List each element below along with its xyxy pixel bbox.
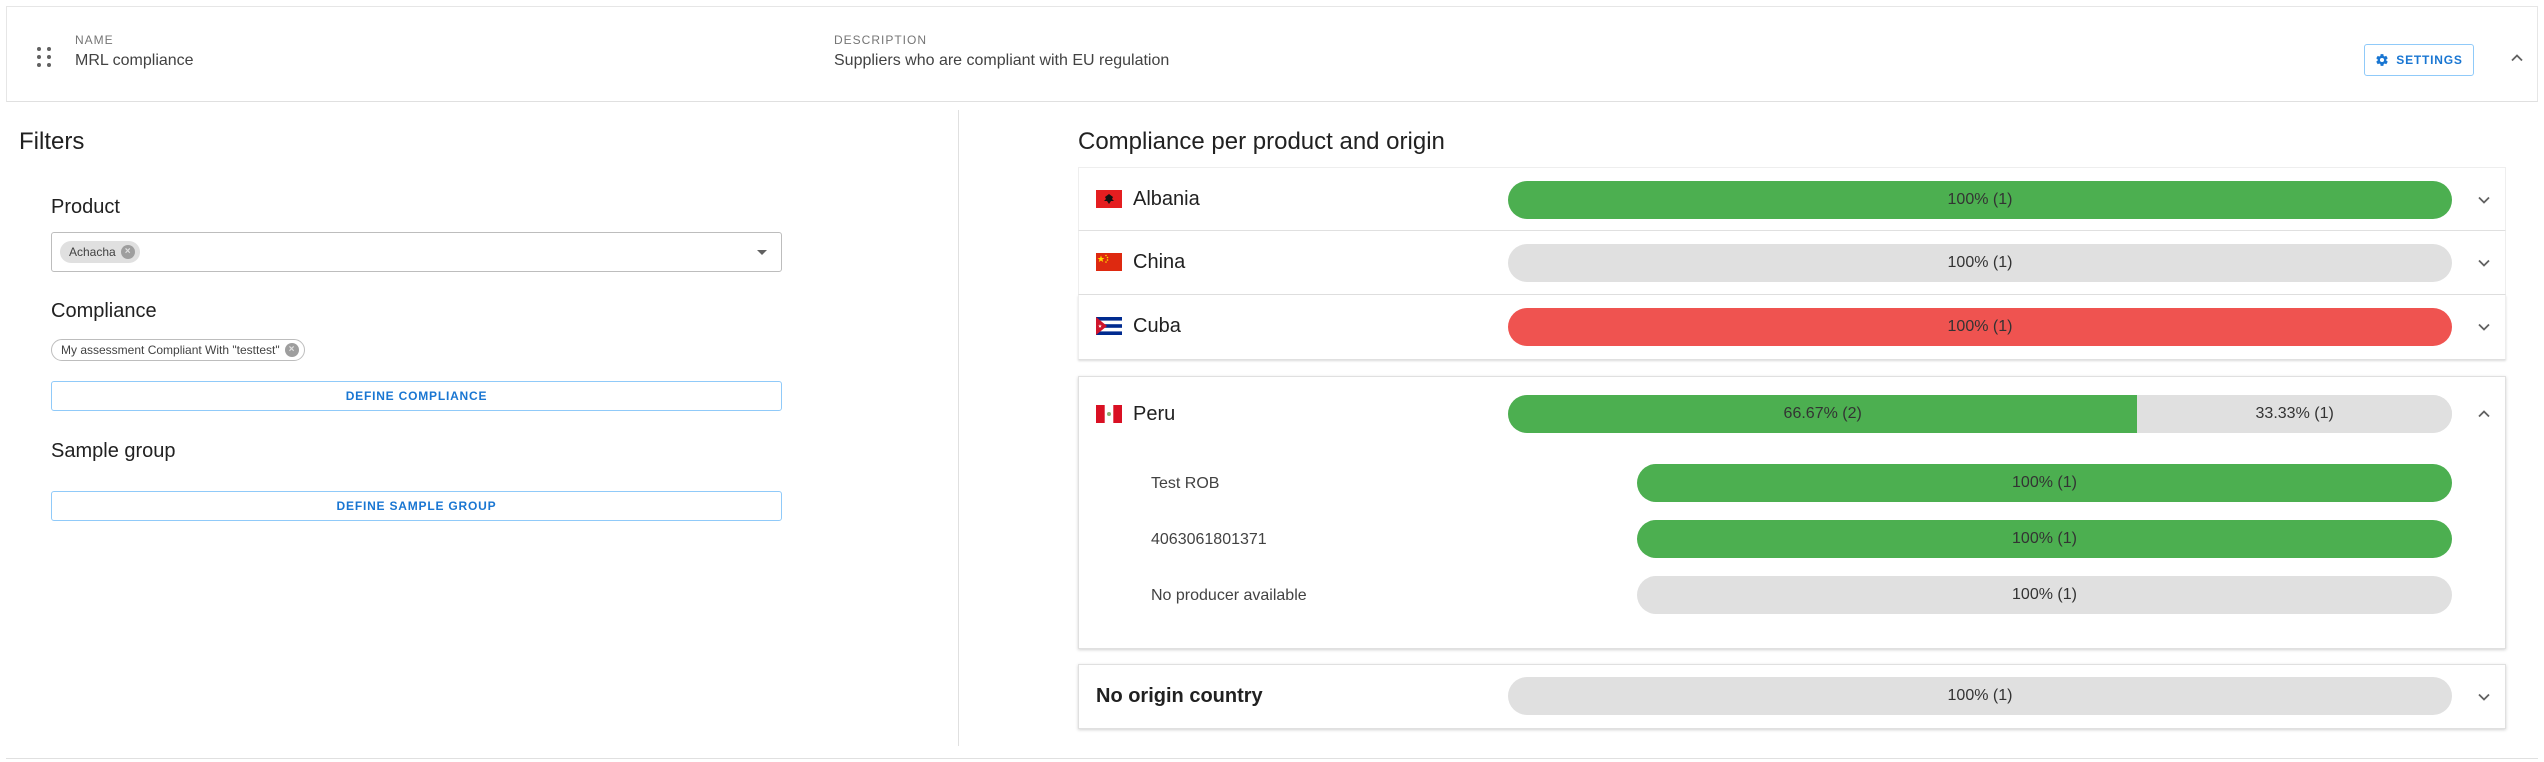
peru-flag-icon [1096, 405, 1122, 423]
chevron-down-icon[interactable] [2477, 256, 2491, 270]
origin-row-cuba[interactable]: Cuba 100% (1) [1078, 295, 2506, 360]
compliance-bar: 100% (1) [1508, 244, 2452, 282]
country-name: China [1133, 251, 1186, 273]
producer-bar: 100% (1) [1637, 520, 2452, 558]
producer-bar: 100% (1) [1637, 576, 2452, 614]
name-field: NAME MRL compliance [75, 33, 194, 70]
compliance-label: Compliance [51, 300, 157, 322]
product-select[interactable]: Achacha × [51, 232, 782, 272]
bottom-border [6, 758, 2538, 759]
define-sample-group-button[interactable]: DEFINE SAMPLE GROUP [51, 491, 782, 521]
drag-handle-icon[interactable] [37, 47, 53, 69]
settings-button[interactable]: SETTINGS [2364, 44, 2474, 76]
origin-row-china[interactable]: China 100% (1) [1078, 231, 2506, 295]
bar-segment-compliant: 100% (1) [1508, 181, 2452, 219]
producer-name: Test ROB [1151, 475, 1220, 492]
bar-segment-compliant: 100% (1) [1637, 464, 2452, 502]
country-name: Cuba [1133, 315, 1181, 337]
compliance-bar: 100% (1) [1508, 308, 2452, 346]
albania-flag-icon [1096, 190, 1122, 208]
sample-group-label: Sample group [51, 440, 176, 462]
chevron-down-icon[interactable] [2477, 193, 2491, 207]
bar-segment-unknown: 100% (1) [1508, 244, 2452, 282]
bar-segment-unknown: 100% (1) [1508, 677, 2452, 715]
cuba-flag-icon [1096, 317, 1122, 335]
section-divider [958, 110, 959, 746]
country-name: Albania [1133, 188, 1200, 210]
origin-row-no-origin[interactable]: No origin country 100% (1) [1078, 664, 2506, 729]
bar-segment-unknown: 100% (1) [1637, 576, 2452, 614]
producer-name: No producer available [1151, 587, 1307, 604]
chevron-up-icon[interactable] [2477, 407, 2491, 421]
report-page: NAME MRL compliance DESCRIPTION Supplier… [0, 0, 2544, 762]
origin-row-albania[interactable]: Albania 100% (1) [1078, 167, 2506, 231]
product-chip-label: Achacha [69, 245, 116, 259]
producer-bar: 100% (1) [1637, 464, 2452, 502]
compliance-chip[interactable]: My assessment Compliant With "testtest" … [51, 339, 305, 361]
description-field: DESCRIPTION Suppliers who are compliant … [834, 33, 1169, 70]
report-header: NAME MRL compliance DESCRIPTION Supplier… [6, 6, 2538, 102]
compliance-bar: 66.67% (2) 33.33% (1) [1508, 395, 2452, 433]
compliance-chip-label: My assessment Compliant With "testtest" [61, 343, 280, 357]
bar-segment-unknown: 33.33% (1) [2137, 395, 2452, 433]
settings-label: SETTINGS [2396, 53, 2463, 67]
name-label: NAME [75, 33, 114, 47]
chevron-down-icon[interactable] [2477, 690, 2491, 704]
country-name: Peru [1133, 403, 1176, 425]
product-label: Product [51, 196, 120, 218]
define-compliance-label: DEFINE COMPLIANCE [345, 389, 488, 403]
country-name: No origin country [1096, 685, 1263, 707]
gear-icon [2376, 54, 2388, 66]
chip-remove-icon[interactable]: × [284, 343, 299, 357]
chevron-down-icon[interactable] [2477, 320, 2491, 334]
bar-segment-noncompliant: 100% (1) [1508, 308, 2452, 346]
chevron-up-icon[interactable] [2510, 51, 2524, 65]
description-label: DESCRIPTION [834, 33, 928, 47]
china-flag-icon [1096, 253, 1122, 271]
description-value: Suppliers who are compliant with EU regu… [834, 52, 1170, 69]
origin-row-peru[interactable]: Peru 66.67% (2) 33.33% (1) Test ROB 100%… [1078, 376, 2506, 649]
bar-segment-compliant: 66.67% (2) [1508, 395, 2138, 433]
define-compliance-button[interactable]: DEFINE COMPLIANCE [51, 381, 782, 411]
chip-remove-icon[interactable]: × [120, 245, 135, 259]
bar-segment-compliant: 100% (1) [1637, 520, 2452, 558]
producer-name: 4063061801371 [1151, 531, 1267, 548]
compliance-bar: 100% (1) [1508, 181, 2452, 219]
name-value: MRL compliance [75, 52, 194, 69]
dropdown-arrow-icon[interactable] [757, 250, 767, 255]
product-chip[interactable]: Achacha × [60, 241, 140, 263]
compliance-title: Compliance per product and origin [1078, 128, 1445, 155]
compliance-bar: 100% (1) [1508, 677, 2452, 715]
filters-title: Filters [19, 128, 85, 155]
define-sample-group-label: DEFINE SAMPLE GROUP [336, 499, 497, 513]
